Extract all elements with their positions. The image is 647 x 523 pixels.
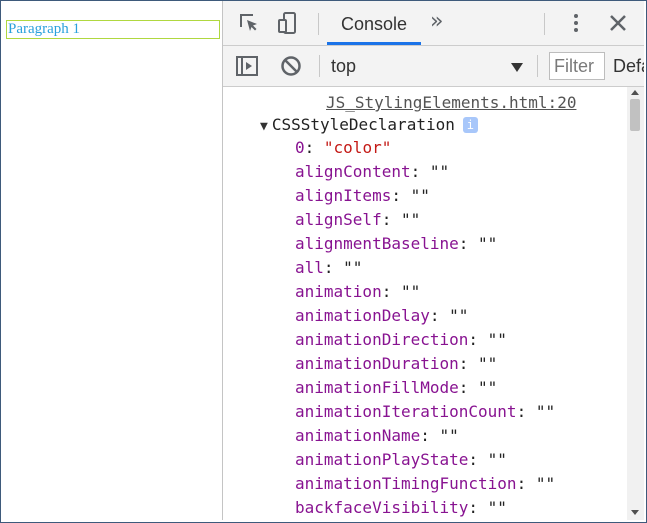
toolbar-separator	[318, 13, 319, 35]
property-value: ""	[429, 162, 450, 181]
close-icon[interactable]	[606, 11, 630, 35]
clear-console-icon[interactable]	[279, 54, 303, 78]
property-value: ""	[449, 306, 469, 325]
property-value: ""	[400, 282, 421, 301]
property-value: ""	[439, 426, 459, 445]
property-row: backfaceVisibility: ""	[295, 499, 555, 520]
property-value: ""	[478, 354, 498, 373]
property-key: animationDelay	[295, 306, 430, 325]
property-colon: :	[381, 282, 401, 301]
property-colon: :	[410, 162, 430, 181]
expand-triangle-icon[interactable]: ▼	[260, 119, 268, 134]
property-key: animationName	[295, 426, 421, 445]
property-row: animationIterationCount: ""	[295, 403, 555, 427]
property-value: ""	[535, 474, 556, 493]
property-key: animationDirection	[295, 330, 469, 349]
property-key: animationPlayState	[295, 450, 469, 469]
property-value: ""	[487, 498, 507, 517]
devtools-panel: Console » top Filter Def JS_StylingEleme…	[223, 1, 644, 520]
log-levels-dropdown[interactable]: Default levels	[613, 52, 644, 80]
property-key: backfaceVisibility	[295, 498, 469, 517]
property-colon: :	[304, 138, 324, 157]
property-colon: :	[420, 426, 440, 445]
property-value: ""	[487, 330, 507, 349]
property-colon: :	[516, 474, 536, 493]
property-row: animationTimingFunction: ""	[295, 475, 555, 499]
kebab-menu-icon[interactable]	[564, 11, 588, 35]
property-row: alignContent: ""	[295, 163, 555, 187]
dropdown-arrow-icon[interactable]	[511, 58, 523, 77]
property-key: alignmentBaseline	[295, 234, 459, 253]
source-link[interactable]: JS_StylingElements.html:20	[326, 93, 576, 112]
property-key: alignContent	[295, 162, 411, 181]
property-value: ""	[343, 258, 363, 277]
property-list: 0: "color" alignContent: "" alignItems: ""…	[295, 139, 555, 520]
info-icon[interactable]: i	[462, 117, 478, 133]
property-row: alignmentBaseline: ""	[295, 235, 555, 259]
object-name: CSSStyleDeclaration	[271, 115, 455, 134]
property-value: ""	[487, 450, 507, 469]
property-colon: :	[516, 402, 536, 421]
property-row: animation: ""	[295, 283, 555, 307]
toolbar-separator	[544, 13, 545, 35]
property-row: animationPlayState: ""	[295, 451, 555, 475]
property-value: ""	[410, 186, 430, 205]
property-row: animationFillMode: ""	[295, 379, 555, 403]
object-header[interactable]: ▼ CSSStyleDeclaration i	[260, 115, 478, 134]
property-row: animationDelay: ""	[295, 307, 555, 331]
property-colon: :	[468, 330, 488, 349]
property-row: animationName: ""	[295, 427, 555, 451]
context-selector[interactable]: top	[331, 52, 531, 80]
property-colon: :	[458, 354, 479, 373]
filter-input[interactable]: Filter	[549, 52, 605, 80]
page-viewport: Paragraph 1	[1, 1, 223, 520]
devtools-tabbar: Console »	[223, 1, 644, 46]
tab-console[interactable]: Console	[327, 1, 421, 45]
property-row: alignSelf: ""	[295, 211, 555, 235]
property-key: alignItems	[295, 186, 392, 205]
property-key: animationDuration	[295, 354, 459, 373]
property-key: animationIterationCount	[295, 402, 517, 421]
property-colon: :	[381, 210, 401, 229]
property-colon: :	[391, 186, 411, 205]
inspect-element-icon[interactable]	[237, 11, 261, 35]
property-colon: :	[468, 498, 488, 517]
property-row: 0: "color"	[295, 139, 555, 163]
console-scrollbar[interactable]	[627, 87, 644, 520]
property-row: animationDuration: ""	[295, 355, 555, 379]
property-colon: :	[323, 258, 344, 277]
property-key: 0	[295, 138, 305, 157]
paragraph-1: Paragraph 1	[6, 20, 220, 39]
scroll-down-arrow-icon[interactable]	[631, 510, 639, 515]
property-value: "color"	[323, 138, 392, 157]
property-row: animationDirection: ""	[295, 331, 555, 355]
scroll-up-arrow-icon[interactable]	[631, 90, 639, 95]
property-value: ""	[478, 378, 498, 397]
toolbar-separator	[537, 55, 538, 77]
device-toolbar-icon[interactable]	[277, 11, 301, 35]
sidebar-toggle-icon[interactable]	[235, 54, 259, 78]
property-key: all	[295, 258, 324, 277]
property-colon: :	[458, 378, 479, 397]
property-key: animation	[295, 282, 382, 301]
toolbar-separator	[319, 55, 320, 77]
property-row: all: ""	[295, 259, 555, 283]
property-key: animationTimingFunction	[295, 474, 517, 493]
property-value: ""	[400, 210, 421, 229]
property-key: animationFillMode	[295, 378, 459, 397]
console-toolbar: top Filter Default levels	[223, 46, 644, 87]
more-tabs-icon[interactable]: »	[430, 10, 454, 34]
property-colon: :	[458, 234, 479, 253]
property-colon: :	[468, 450, 488, 469]
console-output: JS_StylingElements.html:20 ▼ CSSStyleDecl…	[223, 87, 627, 520]
property-key: alignSelf	[295, 210, 382, 229]
property-colon: :	[429, 306, 450, 325]
scroll-thumb[interactable]	[630, 99, 640, 131]
property-row: alignItems: ""	[295, 187, 555, 211]
property-value: ""	[478, 234, 498, 253]
active-tab-indicator	[327, 42, 421, 45]
property-value: ""	[535, 402, 556, 421]
